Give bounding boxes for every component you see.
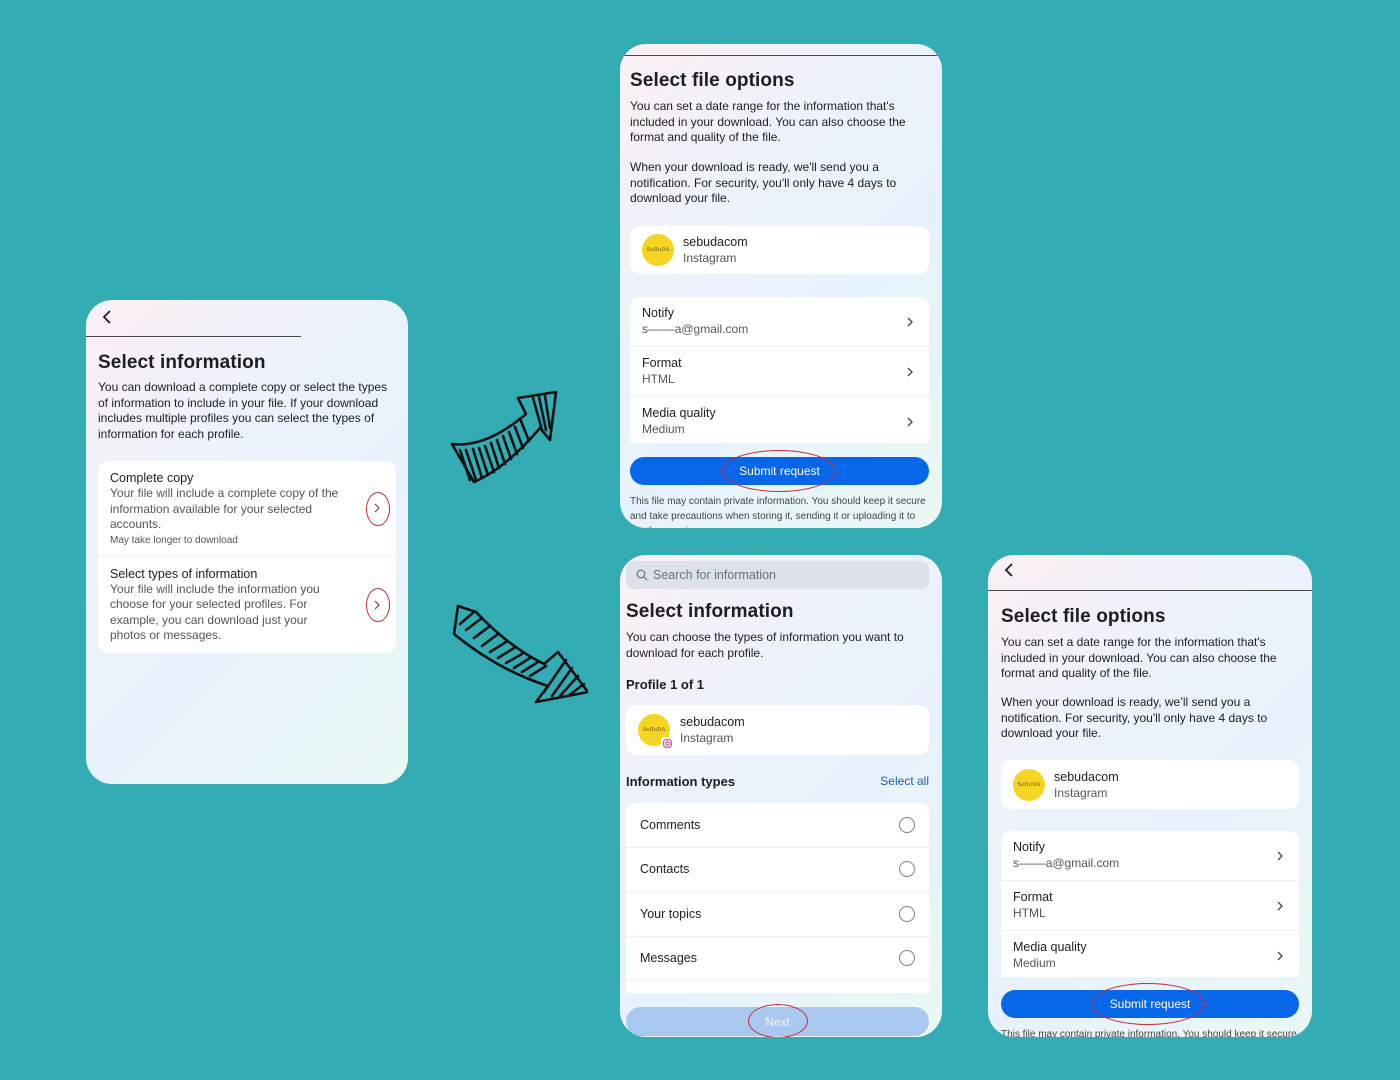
submit-request-button[interactable]: Submit request (630, 457, 929, 485)
chevron-right-icon (1277, 951, 1283, 961)
page-title: Select information (626, 601, 794, 622)
header-divider (620, 55, 942, 56)
page-description: You can set a date range for the informa… (630, 99, 906, 145)
setting-format[interactable]: Format HTML (1001, 881, 1299, 931)
setting-media-quality[interactable]: Media quality Medium (1001, 931, 1299, 977)
profile-platform: Instagram (680, 731, 734, 745)
chevron-right-icon (1277, 901, 1283, 910)
screen-select-information-start: Select information You can download a co… (86, 300, 408, 784)
chevron-left-icon (1004, 563, 1013, 577)
page-title: Select information (98, 352, 266, 373)
profile-platform: Instagram (683, 251, 737, 265)
search-icon (636, 569, 648, 581)
search-input[interactable] (653, 568, 913, 582)
setting-label: Format (1013, 890, 1053, 904)
radio-button[interactable] (899, 950, 915, 967)
setting-label: Format (642, 356, 682, 370)
setting-notify[interactable]: Notify s––––a@gmail.com (1001, 831, 1299, 881)
avatar: SeBuDA (638, 714, 673, 749)
radio-button[interactable] (899, 905, 915, 922)
option-description: Your file will include a complete copy o… (110, 486, 339, 531)
file-settings-card: Notify s––––a@gmail.com Format HTML Medi… (1001, 831, 1299, 977)
setting-media-quality[interactable]: Media quality Medium (630, 397, 929, 443)
privacy-footnote: This file may contain private informatio… (1001, 1029, 1297, 1037)
profile-heading: Profile 1 of 1 (626, 677, 705, 692)
page-description: You can choose the types of information … (626, 630, 904, 660)
setting-label: Notify (1013, 840, 1045, 854)
page-title: Select file options (630, 70, 795, 91)
type-label: Comments (640, 817, 701, 832)
download-options-card: Complete copy Your file will include a c… (98, 461, 396, 653)
privacy-footnote: This file may contain private informatio… (630, 496, 926, 528)
next-button[interactable]: Next (626, 1007, 929, 1036)
profile-platform: Instagram (1054, 785, 1108, 800)
profile-name: sebudacom (680, 715, 745, 729)
setting-label: Media quality (1013, 940, 1087, 954)
screen-select-information-types: Select information You can choose the ty… (620, 555, 942, 1037)
chevron-right-icon (907, 317, 913, 326)
avatar: SeBuDA (1013, 768, 1045, 801)
screen-file-options-top: Select file options You can set a date r… (620, 44, 942, 528)
setting-format[interactable]: Format HTML (630, 347, 929, 397)
type-label: Contacts (640, 862, 690, 877)
chevron-right-icon (374, 600, 380, 609)
setting-label: Notify (642, 306, 674, 320)
back-button[interactable] (998, 559, 1020, 581)
chevron-right-icon (374, 503, 380, 513)
setting-value: Medium (642, 422, 685, 436)
radio-button[interactable] (899, 816, 915, 833)
radio-button[interactable] (899, 861, 915, 878)
setting-value: Medium (1013, 956, 1056, 970)
type-label: Messages (640, 951, 697, 966)
chevron-left-icon (102, 310, 111, 324)
setting-value: s––––a@gmail.com (1013, 856, 1120, 870)
setting-value: HTML (642, 372, 675, 386)
page-description-2: When your download is ready, we’ll send … (1001, 695, 1268, 741)
setting-label: Media quality (642, 406, 716, 420)
information-types-heading: Information types (626, 774, 736, 789)
setting-value: HTML (1013, 906, 1046, 920)
chevron-right-icon (907, 417, 913, 427)
option-description: Your file will include the information y… (110, 581, 320, 643)
setting-notify[interactable]: Notify s––––a@gmail.com (630, 297, 929, 347)
type-row-your-topics[interactable]: Your topics (626, 892, 929, 937)
profile-name: sebudacom (1054, 769, 1119, 784)
hand-drawn-arrow-down-right-icon (452, 604, 588, 704)
search-bar[interactable] (626, 561, 929, 589)
chevron-right-icon (907, 367, 913, 376)
profile-card: SeBuDA sebudacom Instagram (630, 226, 929, 274)
submit-request-button[interactable]: Submit request (1001, 990, 1299, 1018)
screen-file-options-bottom: Select file options You can set a date r… (988, 555, 1312, 1037)
profile-name: sebudacom (683, 235, 748, 249)
avatar: SeBuDA (642, 234, 674, 266)
page-title: Select file options (1001, 606, 1166, 627)
type-row-contacts[interactable]: Contacts (626, 848, 929, 892)
profile-card: SeBuDA sebudacom Instagram (626, 705, 929, 755)
file-settings-card: Notify s––––a@gmail.com Format HTML Medi… (630, 297, 929, 443)
option-note: May take longer to download (110, 534, 238, 546)
type-row-messages[interactable]: Messages (626, 937, 929, 981)
option-title: Select types of information (110, 566, 258, 581)
chevron-right-icon (1277, 851, 1283, 860)
select-all-link[interactable]: Select all (880, 774, 929, 788)
header-divider (86, 336, 301, 337)
type-row-comments[interactable]: Comments (626, 803, 929, 848)
page-description-2: When your download is ready, we'll send … (630, 160, 897, 206)
setting-value: s––––a@gmail.com (642, 322, 749, 336)
information-types-list: Comments Contacts Your topics Messages (626, 803, 929, 993)
hand-drawn-arrow-up-right-icon (450, 390, 558, 484)
back-button[interactable] (96, 306, 118, 328)
option-select-types[interactable]: Select types of information Your file wi… (98, 557, 396, 653)
page-description: You can download a complete copy or sele… (98, 380, 388, 441)
type-label: Your topics (640, 906, 702, 921)
header-divider (988, 590, 1312, 591)
instagram-icon (661, 737, 673, 749)
profile-card: SeBuDA sebudacom Instagram (1001, 760, 1299, 809)
option-title: Complete copy (110, 471, 194, 485)
page-description: You can set a date range for the informa… (1001, 635, 1277, 681)
option-complete-copy[interactable]: Complete copy Your file will include a c… (98, 461, 396, 557)
